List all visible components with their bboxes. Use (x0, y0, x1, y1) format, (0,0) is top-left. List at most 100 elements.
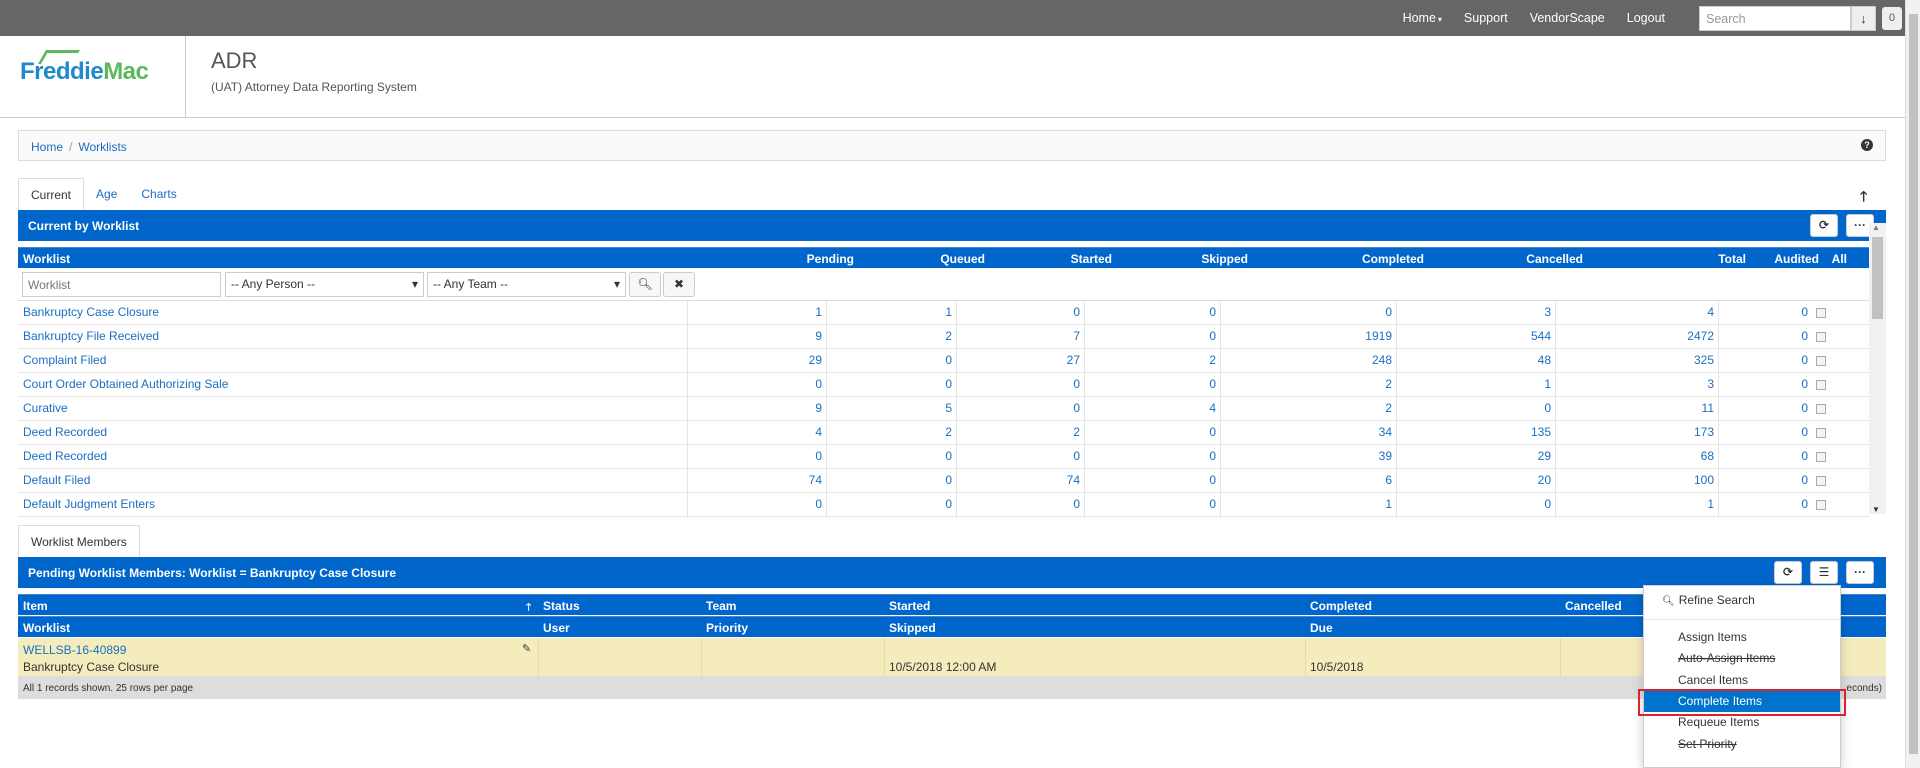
clear-filter-button[interactable]: ✖ (663, 272, 695, 297)
search-input[interactable] (1699, 6, 1851, 31)
worklist-name-link[interactable]: Complaint Filed (23, 349, 106, 372)
col-worklist[interactable]: Worklist (23, 621, 70, 635)
tab-charts[interactable]: Charts (129, 178, 188, 210)
nav-logout[interactable]: Logout (1627, 11, 1665, 25)
cell-started[interactable]: 74 (956, 469, 1084, 493)
menu-set-priority[interactable]: Set Priority (1644, 734, 1840, 755)
cell-completed[interactable]: 2 (1220, 397, 1396, 421)
cell-pending[interactable]: 9 (687, 325, 826, 349)
nav-home[interactable]: Home ▾ (1403, 11, 1442, 25)
cell-cancelled[interactable]: 1 (1396, 373, 1555, 397)
table-row[interactable]: Default Filed 74 0 74 0 6 20 100 0 (18, 469, 1869, 493)
cell-queued[interactable]: 2 (826, 325, 956, 349)
cell-total[interactable]: 4 (1555, 301, 1718, 325)
table-row[interactable]: Bankruptcy Case Closure 1 1 0 0 0 3 4 0 (18, 301, 1869, 325)
person-select[interactable]: -- Any Person -- (225, 272, 424, 297)
breadcrumb-home[interactable]: Home (31, 140, 63, 154)
cell-audited[interactable]: 0 (1718, 445, 1812, 469)
col-queued[interactable]: Queued (940, 252, 985, 266)
worklist-name-link[interactable]: Default Filed (23, 469, 90, 492)
cell-queued[interactable]: 1 (826, 301, 956, 325)
cell-cancelled[interactable]: 544 (1396, 325, 1555, 349)
menu-assign-items[interactable]: Assign Items (1644, 627, 1840, 648)
col-status[interactable]: Status (543, 599, 580, 613)
col-pending[interactable]: Pending (807, 252, 854, 266)
worklist-name-link[interactable]: Bankruptcy Case Closure (23, 301, 159, 324)
table-row[interactable]: Court Order Obtained Authorizing Sale 0 0 0… (18, 373, 1869, 397)
cell-started[interactable]: 0 (956, 301, 1084, 325)
menu-cancel-items[interactable]: Cancel Items (1644, 670, 1840, 691)
cell-queued[interactable]: 0 (826, 493, 956, 517)
worklist-name-link[interactable]: Court Order Obtained Authorizing Sale (23, 373, 228, 396)
cell-total[interactable]: 325 (1555, 349, 1718, 373)
table-row[interactable]: Curative 9 5 0 4 2 0 11 0 (18, 397, 1869, 421)
cell-completed[interactable]: 248 (1220, 349, 1396, 373)
col-completed[interactable]: Completed (1362, 252, 1424, 266)
cell-audited[interactable]: 0 (1718, 349, 1812, 373)
col-completed[interactable]: Completed (1310, 599, 1372, 613)
table-row[interactable]: Default Judgment Enters 0 0 0 0 1 0 1 0 (18, 493, 1869, 517)
table-row[interactable]: Bankruptcy File Received 9 2 7 0 1919 544 2472 0 (18, 325, 1869, 349)
nav-vendorscape[interactable]: VendorScape (1530, 11, 1605, 25)
table-scrollbar-thumb[interactable] (1872, 237, 1883, 319)
cell-started[interactable]: 0 (956, 397, 1084, 421)
cell-started[interactable]: 7 (956, 325, 1084, 349)
row-select-checkbox[interactable] (1816, 476, 1826, 486)
page-scrollbar[interactable] (1905, 0, 1920, 768)
cell-cancelled[interactable]: 3 (1396, 301, 1555, 325)
col-priority[interactable]: Priority (706, 621, 748, 635)
tab-current[interactable]: Current (18, 178, 85, 210)
page-scrollbar-thumb[interactable] (1909, 14, 1918, 754)
cell-queued[interactable]: 0 (826, 349, 956, 373)
cell-audited[interactable]: 0 (1718, 493, 1812, 517)
team-select[interactable]: -- Any Team -- (427, 272, 626, 297)
tab-worklist-members[interactable]: Worklist Members (18, 525, 140, 557)
cell-started[interactable]: 0 (956, 493, 1084, 517)
members-refresh-button[interactable]: ⟳ (1774, 561, 1802, 584)
cell-pending[interactable]: 4 (687, 421, 826, 445)
cell-cancelled[interactable]: 0 (1396, 397, 1555, 421)
filter-search-button[interactable]: 🔍︎ (629, 272, 661, 297)
item-link[interactable]: WELLSB-16-40899 (23, 643, 126, 657)
cell-cancelled[interactable]: 0 (1396, 493, 1555, 517)
cell-skipped[interactable]: 0 (1084, 301, 1220, 325)
cell-pending[interactable]: 29 (687, 349, 826, 373)
col-all[interactable]: All (1832, 252, 1847, 266)
cell-queued[interactable]: 2 (826, 421, 956, 445)
row-select-checkbox[interactable] (1816, 356, 1826, 366)
worklist-name-link[interactable]: Default Judgment Enters (23, 493, 155, 516)
col-skipped[interactable]: Skipped (1201, 252, 1248, 266)
cell-pending[interactable]: 9 (687, 397, 826, 421)
cell-started[interactable]: 0 (956, 445, 1084, 469)
cell-cancelled[interactable]: 20 (1396, 469, 1555, 493)
cell-completed[interactable]: 39 (1220, 445, 1396, 469)
cell-skipped[interactable]: 0 (1084, 373, 1220, 397)
cell-cancelled[interactable]: 48 (1396, 349, 1555, 373)
table-scrollbar[interactable]: ▲ ▼ (1869, 223, 1886, 514)
worklist-name-link[interactable]: Bankruptcy File Received (23, 325, 159, 348)
col-skipped[interactable]: Skipped (889, 621, 936, 635)
cell-started[interactable]: 27 (956, 349, 1084, 373)
cell-total[interactable]: 68 (1555, 445, 1718, 469)
tab-age[interactable]: Age (84, 178, 129, 210)
cell-audited[interactable]: 0 (1718, 373, 1812, 397)
cell-total[interactable]: 1 (1555, 493, 1718, 517)
worklist-filter-input[interactable] (22, 272, 221, 297)
col-audited[interactable]: Audited (1774, 252, 1819, 266)
cell-completed[interactable]: 34 (1220, 421, 1396, 445)
row-select-checkbox[interactable] (1816, 404, 1826, 414)
col-due[interactable]: Due (1310, 621, 1333, 635)
cell-cancelled[interactable]: 135 (1396, 421, 1555, 445)
row-select-checkbox[interactable] (1816, 332, 1826, 342)
cell-queued[interactable]: 0 (826, 445, 956, 469)
members-more-button[interactable]: ··· (1846, 561, 1874, 584)
cell-pending[interactable]: 0 (687, 373, 826, 397)
cell-total[interactable]: 11 (1555, 397, 1718, 421)
table-row[interactable]: Complaint Filed 29 0 27 2 248 48 325 0 (18, 349, 1869, 373)
refine-search-item[interactable]: 🔍︎ Refine Search (1644, 590, 1840, 611)
col-cancelled[interactable]: Cancelled (1565, 599, 1622, 613)
worklist-name-link[interactable]: Deed Recorded (23, 421, 107, 444)
row-select-checkbox[interactable] (1816, 380, 1826, 390)
breadcrumb-worklists[interactable]: Worklists (78, 140, 126, 154)
col-total[interactable]: Total (1718, 252, 1746, 266)
